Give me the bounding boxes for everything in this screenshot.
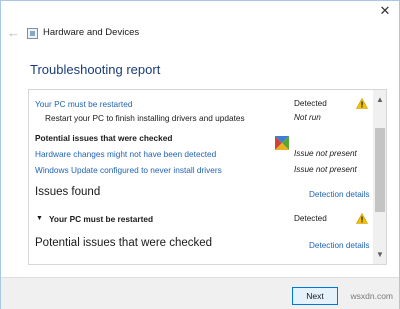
hardware-devices-icon xyxy=(27,28,38,39)
watermark: wsxdn.com xyxy=(350,291,393,301)
header-bar: ← Hardware and Devices xyxy=(1,21,399,47)
potential-detection-details-link[interactable]: Detection details xyxy=(309,241,370,250)
expanded-issue-label[interactable]: Your PC must be restarted xyxy=(49,214,153,224)
collapse-caret-icon[interactable]: ▼ xyxy=(36,215,43,222)
potential-issue-link[interactable]: Windows Update configured to never insta… xyxy=(35,165,222,175)
report-panel: Your PC must be restarted Detected Resta… xyxy=(28,89,387,265)
page-heading: Troubleshooting report xyxy=(30,62,161,77)
next-button[interactable]: Next xyxy=(292,287,338,305)
sub-issue-label: Restart your PC to finish installing dri… xyxy=(45,113,245,123)
issue-link-pc-restart[interactable]: Your PC must be restarted xyxy=(35,99,132,109)
potential-issues-section-heading: Potential issues that were checked xyxy=(35,237,213,249)
scroll-up-arrow-icon[interactable]: ▲ xyxy=(373,94,386,106)
footer-bar: Next wsxdn.com xyxy=(1,277,399,309)
back-arrow-icon[interactable]: ← xyxy=(7,26,21,40)
scroll-down-arrow-icon[interactable]: ▼ xyxy=(373,249,386,261)
clipped-heading-fragment xyxy=(35,90,79,92)
potential-issue-status: Issue not present xyxy=(294,149,357,158)
sub-issue-status: Not run xyxy=(294,113,321,122)
issues-found-detection-details-link[interactable]: Detection details xyxy=(309,190,370,199)
expanded-issue-status: Detected xyxy=(294,214,327,223)
issues-found-heading: Issues found xyxy=(35,186,101,198)
issue-status: Detected xyxy=(294,99,327,108)
warning-icon xyxy=(356,98,368,109)
vertical-scrollbar[interactable]: ▲ ▼ xyxy=(373,90,386,264)
potential-issue-status: Issue not present xyxy=(294,165,357,174)
troubleshooter-icon xyxy=(275,136,289,150)
app-title: Hardware and Devices xyxy=(43,27,140,38)
title-bar: ✕ xyxy=(1,1,399,21)
close-button[interactable]: ✕ xyxy=(377,3,393,19)
potential-issue-link[interactable]: Hardware changes might not have been det… xyxy=(35,149,216,159)
warning-icon xyxy=(356,213,368,224)
troubleshooter-window: ✕ ← Hardware and Devices Troubleshooting… xyxy=(0,0,400,309)
scrollbar-thumb[interactable] xyxy=(375,128,385,212)
potential-issues-header: Potential issues that were checked xyxy=(35,133,173,143)
